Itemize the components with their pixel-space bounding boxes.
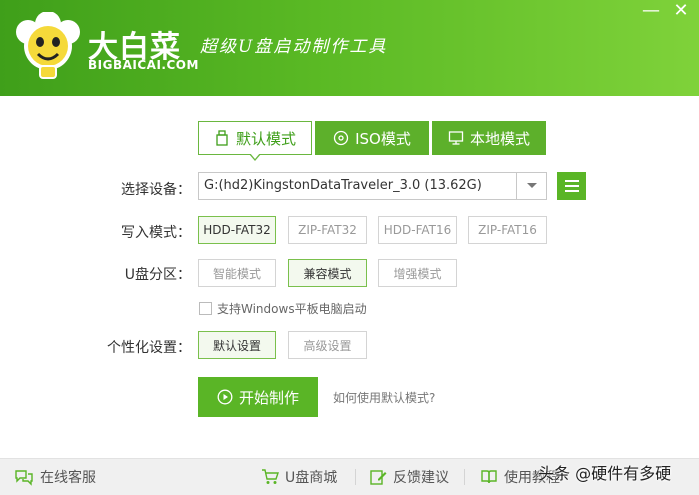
online-support-link[interactable]: 在线客服 — [14, 467, 96, 487]
close-button[interactable]: ✕ — [666, 0, 696, 24]
tab-label: 默认模式 — [235, 129, 296, 148]
feedback-link[interactable]: 反馈建议 — [369, 467, 449, 487]
menu-line — [564, 180, 579, 182]
tab-iso-mode[interactable]: ISO模式 — [315, 121, 429, 155]
start-button[interactable]: 开始制作 — [198, 377, 318, 417]
device-select[interactable]: G:(hd2)KingstonDataTraveler_3.0 (13.62G) — [198, 172, 547, 200]
footer-label: 反馈建议 — [393, 470, 449, 486]
chevron-down-icon[interactable] — [516, 172, 547, 200]
partition-label: U盘分区： — [124, 267, 191, 283]
minimize-button[interactable]: — — [636, 0, 666, 24]
write-mode-hdd-fat16[interactable]: HDD-FAT16 — [378, 216, 457, 244]
chat-bubbles-icon — [15, 470, 33, 486]
edit-icon — [370, 470, 387, 485]
write-mode-hdd-fat32[interactable]: HDD-FAT32 — [198, 216, 276, 244]
write-mode-zip-fat16[interactable]: ZIP-FAT16 — [468, 216, 547, 244]
personalize-label: 个性化设置： — [107, 340, 191, 356]
personalize-advanced[interactable]: 高级设置 — [288, 331, 367, 359]
tab-label: ISO模式 — [355, 129, 411, 148]
partition-smart[interactable]: 智能模式 — [198, 259, 276, 287]
menu-line — [564, 190, 579, 192]
tab-local-mode[interactable]: 本地模式 — [432, 121, 546, 155]
disc-icon — [333, 130, 349, 146]
start-button-label: 开始制作 — [238, 388, 299, 407]
partition-compatible[interactable]: 兼容模式 — [288, 259, 367, 287]
help-link[interactable]: 如何使用默认模式? — [333, 389, 435, 406]
monitor-icon — [448, 131, 464, 145]
checkbox-label: 支持Windows平板电脑启动 — [217, 302, 367, 316]
footer-label: U盘商城 — [285, 470, 338, 486]
partition-enhanced[interactable]: 增强模式 — [378, 259, 457, 287]
play-icon — [217, 389, 233, 405]
footer-divider — [464, 469, 465, 485]
tab-default-mode[interactable]: 默认模式 — [198, 121, 312, 161]
device-label: 选择设备： — [121, 182, 191, 198]
brand-url: BIGBAICAI.COM — [88, 58, 199, 72]
watermark-text: 头条 @硬件有多硬 — [538, 464, 672, 483]
menu-line — [564, 185, 579, 187]
tab-label: 本地模式 — [469, 129, 530, 148]
cart-icon — [262, 469, 279, 484]
menu-button[interactable] — [557, 172, 586, 200]
header-bar: 大白菜 BIGBAICAI.COM 超级U盘启动制作工具 — ✕ — [0, 0, 699, 96]
slogan: 超级U盘启动制作工具 — [200, 37, 388, 57]
write-mode-label: 写入模式： — [121, 225, 191, 241]
personalize-default[interactable]: 默认设置 — [198, 331, 276, 359]
write-mode-zip-fat32[interactable]: ZIP-FAT32 — [288, 216, 367, 244]
tab-active-pointer — [249, 153, 261, 161]
tablet-boot-checkbox[interactable]: 支持Windows平板电脑启动 — [199, 300, 367, 317]
book-icon — [481, 470, 497, 484]
usb-icon — [216, 130, 228, 146]
cabbage-mascot-logo — [16, 12, 80, 79]
checkbox-box[interactable] — [199, 302, 212, 315]
usb-shop-link[interactable]: U盘商城 — [261, 467, 337, 487]
footer-divider — [355, 469, 356, 485]
footer-label: 在线客服 — [40, 470, 96, 486]
